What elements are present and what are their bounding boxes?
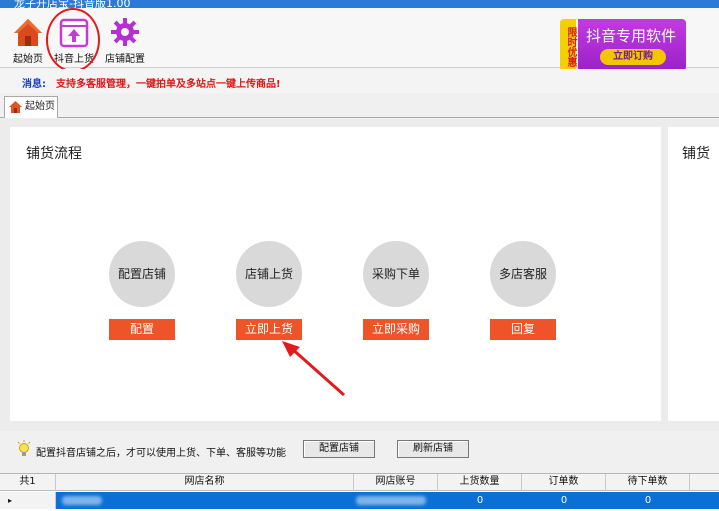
step-circle: 多店客服 bbox=[490, 241, 556, 307]
reply-button[interactable]: 回复 bbox=[490, 319, 556, 340]
cell-pending: 0 bbox=[644, 495, 652, 506]
config-bar: 配置抖音店铺之后，才可以使用上货、下单、客服等功能 配置店铺 刷新店铺 bbox=[0, 431, 719, 469]
column-header-upload-count[interactable]: 上货数量 bbox=[438, 474, 522, 491]
toolbar-douyin-upload-button[interactable]: 抖音上货 bbox=[48, 12, 100, 66]
promo-banner[interactable]: 限时优惠 抖音专用软件 立即订购 bbox=[560, 19, 686, 71]
step-circle: 店铺上货 bbox=[236, 241, 302, 307]
promo-tag: 限时优惠 bbox=[560, 19, 576, 71]
step-circle: 采购下单 bbox=[363, 241, 429, 307]
workflow-panel: 铺货流程 配置店铺 配置 店铺上货 立即上货 采购下单 立即采购 多店客服 回复 bbox=[10, 127, 661, 421]
configure-store-button[interactable]: 配置店铺 bbox=[303, 440, 375, 458]
promo-main: 抖音专用软件 立即订购 bbox=[578, 19, 686, 71]
column-header-account[interactable]: 网店账号 bbox=[354, 474, 438, 491]
tab-strip: 起始页 bbox=[0, 94, 719, 118]
main-toolbar: 起始页 抖音上货 店铺配置 限时优惠 抖音专用软件 立即订购 bbox=[0, 8, 719, 72]
workflow-title: 铺货流程 bbox=[26, 146, 82, 162]
step-purchase-order: 采购下单 立即采购 bbox=[356, 241, 436, 340]
promo-order-button[interactable]: 立即订购 bbox=[600, 49, 666, 65]
message-bar: 消息: 支持多客服管理，一键拍单及多站点一键上传商品! bbox=[0, 69, 719, 93]
start-page-content: 铺货流程 配置店铺 配置 店铺上货 立即上货 采购下单 立即采购 多店客服 回复… bbox=[0, 119, 719, 431]
step-configure-store: 配置店铺 配置 bbox=[102, 241, 182, 340]
cell-upload-count: 0 bbox=[476, 495, 484, 506]
configure-button[interactable]: 配置 bbox=[109, 319, 175, 340]
column-header-pending[interactable]: 待下单数 bbox=[606, 474, 690, 491]
redacted-account bbox=[356, 496, 426, 505]
column-header-count: 共1 bbox=[0, 474, 56, 491]
toolbar-label: 起始页 bbox=[13, 54, 43, 65]
refresh-store-button[interactable]: 刷新店铺 bbox=[397, 440, 469, 458]
purchase-now-button[interactable]: 立即采购 bbox=[363, 319, 429, 340]
tab-start-page[interactable]: 起始页 bbox=[4, 96, 58, 118]
cell-orders: 0 bbox=[560, 495, 568, 506]
tab-label: 起始页 bbox=[25, 101, 55, 112]
promo-title: 抖音专用软件 bbox=[586, 27, 677, 45]
side-panel-title: 铺货 bbox=[682, 146, 710, 162]
side-panel: 铺货 bbox=[668, 127, 719, 421]
annotation-arrow bbox=[282, 341, 345, 397]
toolbar-start-page-button[interactable]: 起始页 bbox=[2, 12, 54, 66]
upload-box-icon bbox=[58, 16, 90, 48]
config-hint: 配置抖音店铺之后，才可以使用上货、下单、客服等功能 bbox=[36, 448, 286, 459]
home-icon bbox=[9, 101, 22, 113]
step-store-upload: 店铺上货 立即上货 bbox=[229, 241, 309, 340]
upload-now-button[interactable]: 立即上货 bbox=[236, 319, 302, 340]
step-circle: 配置店铺 bbox=[109, 241, 175, 307]
store-table: 共1 网店名称 网店账号 上货数量 订单数 待下单数 ▸ 0 0 0 bbox=[0, 473, 719, 511]
window-title: 龙子开店宝-抖音版1.00 bbox=[14, 0, 131, 8]
step-multi-store-service: 多店客服 回复 bbox=[483, 241, 563, 340]
lightbulb-icon bbox=[17, 440, 31, 458]
column-header-store-name[interactable]: 网店名称 bbox=[56, 474, 354, 491]
table-header: 共1 网店名称 网店账号 上货数量 订单数 待下单数 bbox=[0, 474, 719, 491]
redacted-store-name bbox=[62, 496, 102, 505]
column-header-orders[interactable]: 订单数 bbox=[522, 474, 606, 491]
row-selector[interactable]: ▸ bbox=[0, 492, 56, 509]
toolbar-label: 店铺配置 bbox=[105, 54, 145, 65]
message-label: 消息: bbox=[22, 79, 46, 90]
message-text: 支持多客服管理，一键拍单及多站点一键上传商品! bbox=[56, 79, 281, 90]
home-icon bbox=[12, 16, 44, 48]
title-bar: 龙子开店宝-抖音版1.00 bbox=[0, 0, 719, 8]
toolbar-store-config-button[interactable]: 店铺配置 bbox=[99, 12, 151, 66]
toolbar-label: 抖音上货 bbox=[54, 54, 94, 65]
gear-icon bbox=[109, 16, 141, 48]
table-row[interactable]: ▸ 0 0 0 bbox=[0, 492, 719, 509]
